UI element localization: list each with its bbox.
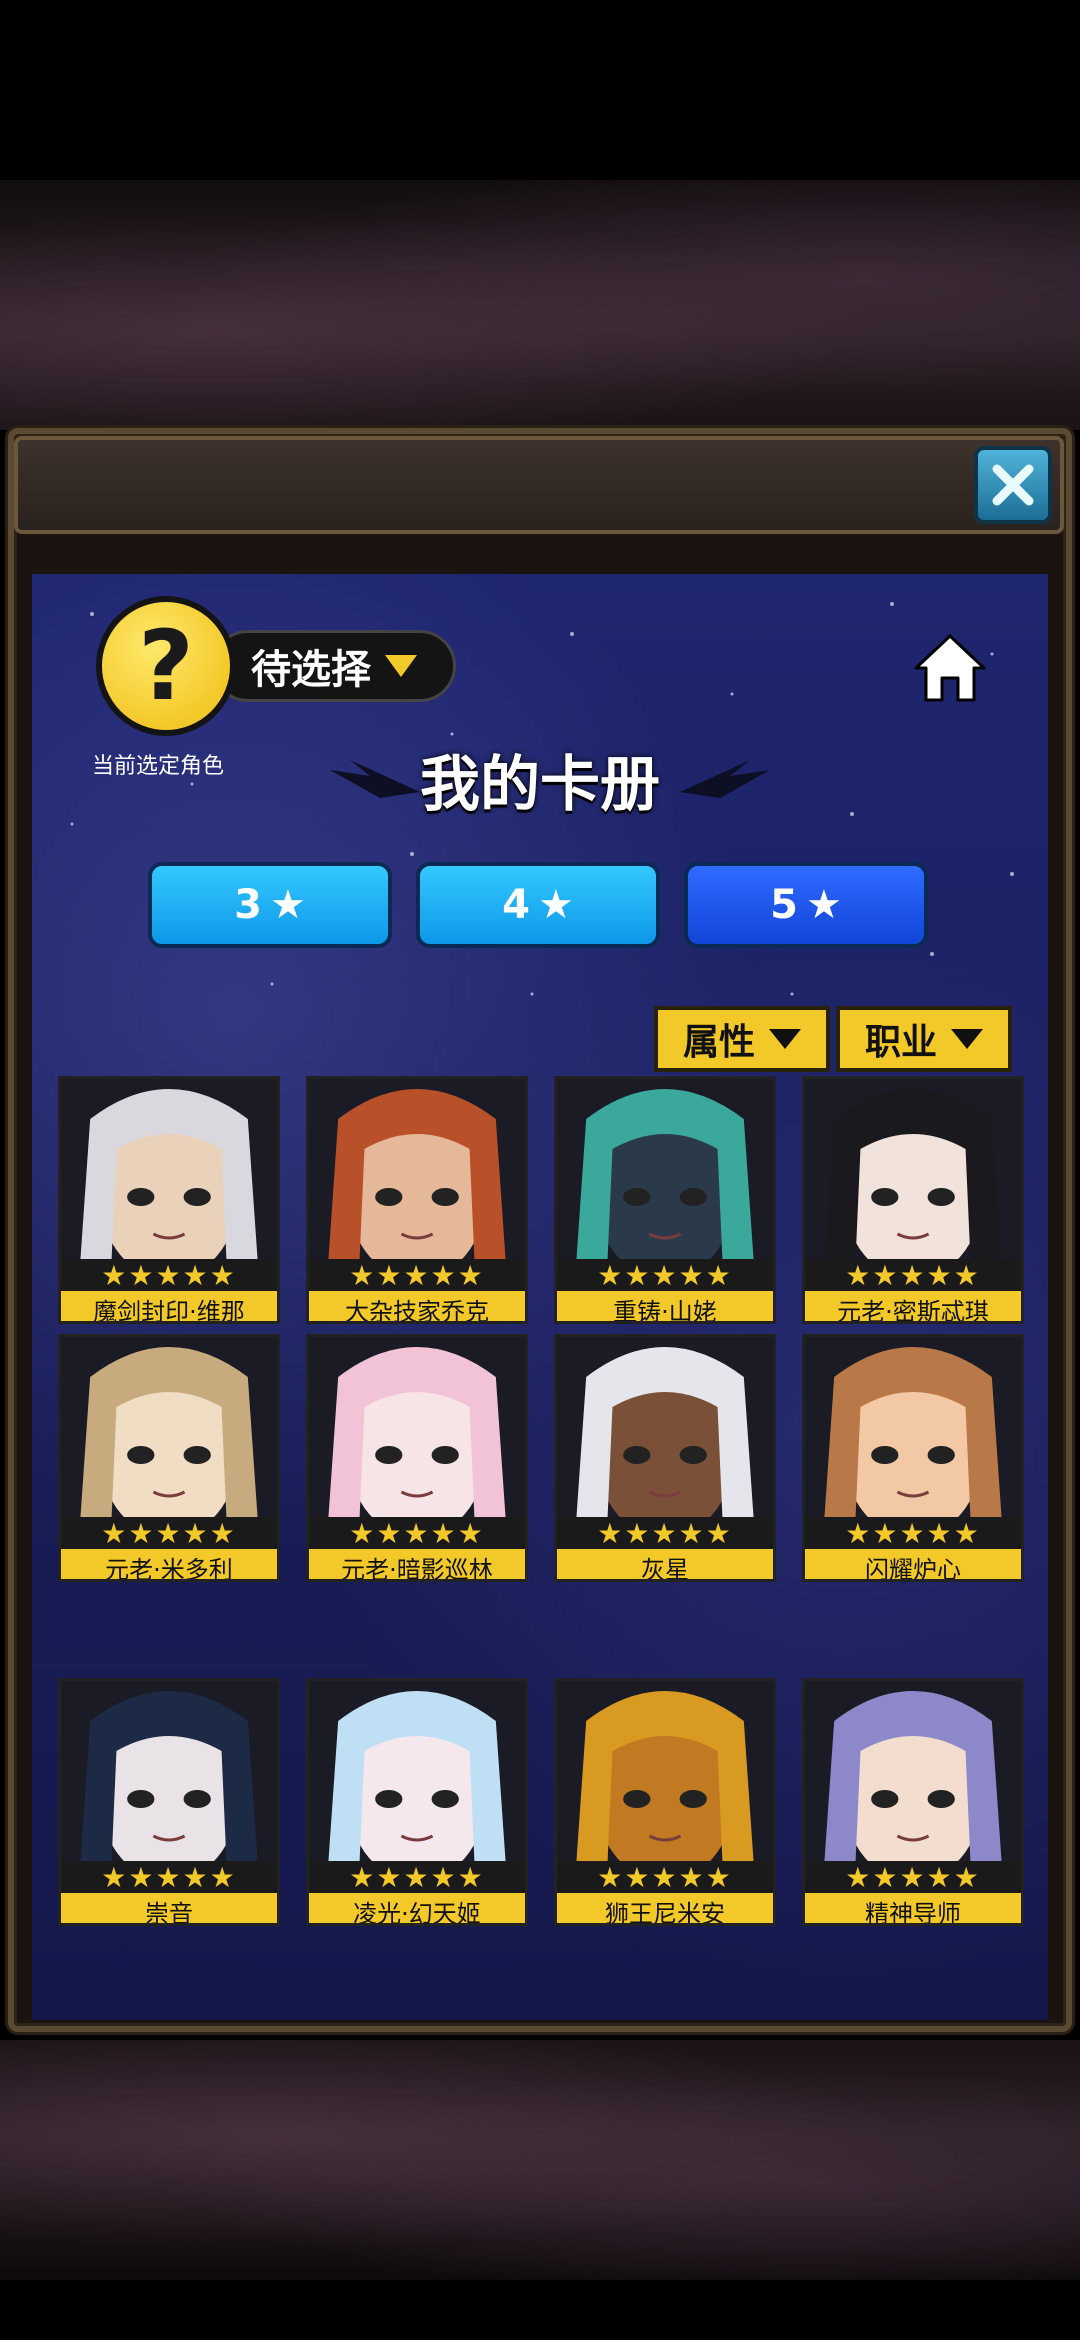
character-portrait — [309, 1681, 525, 1861]
character-name: 元老·暗影巡林 — [309, 1549, 525, 1579]
close-icon — [992, 464, 1034, 506]
attribute-filter-button[interactable]: 属性 — [654, 1006, 830, 1072]
character-name: 精神导师 — [805, 1893, 1021, 1923]
character-name: 大杂技家乔克 — [309, 1291, 525, 1321]
star-icon: ★ — [269, 882, 306, 928]
character-card[interactable]: ★★★★★ 崇音 — [58, 1678, 280, 1926]
home-icon[interactable] — [912, 632, 988, 704]
character-card[interactable]: ★★★★★ 闪耀炉心 — [802, 1334, 1024, 1582]
tab-5-star-label: 5 — [770, 882, 798, 928]
star-icon: ★ — [537, 882, 574, 928]
character-portrait — [309, 1079, 525, 1259]
character-portrait — [805, 1681, 1021, 1861]
character-card[interactable]: ★★★★★ 灰星 — [554, 1334, 776, 1582]
tab-5-star[interactable]: 5 ★ — [684, 862, 928, 948]
character-card[interactable]: ★★★★★ 狮王尼米安 — [554, 1678, 776, 1926]
character-portrait — [557, 1681, 773, 1861]
dropdown-arrow-icon — [769, 1029, 801, 1049]
tab-3-star-label: 3 — [234, 882, 262, 928]
class-filter-label: 职业 — [864, 1022, 937, 1063]
character-name: 重铸·山姥 — [557, 1291, 773, 1321]
character-name: 魔剑封印·维那 — [61, 1291, 277, 1321]
character-card[interactable]: ★★★★★ 重铸·山姥 — [554, 1076, 776, 1324]
character-portrait — [61, 1681, 277, 1861]
character-name: 崇音 — [61, 1893, 277, 1923]
character-name: 狮王尼米安 — [557, 1893, 773, 1923]
bottom-background — [0, 2040, 1080, 2280]
rarity-stars: ★★★★★ — [805, 1517, 1021, 1550]
rarity-stars: ★★★★★ — [61, 1517, 277, 1550]
pending-selector-label: 待选择 — [251, 647, 371, 693]
top-background — [0, 180, 1080, 430]
close-button[interactable] — [974, 446, 1052, 524]
character-portrait — [61, 1079, 277, 1259]
character-portrait — [61, 1337, 277, 1517]
current-character-avatar[interactable]: ? — [96, 596, 236, 736]
title-bar — [14, 436, 1064, 534]
rarity-stars: ★★★★★ — [805, 1259, 1021, 1292]
rarity-stars: ★★★★★ — [557, 1861, 773, 1894]
character-card[interactable]: ★★★★★ 精神导师 — [802, 1678, 1024, 1926]
rarity-stars: ★★★★★ — [309, 1259, 525, 1292]
character-card[interactable]: ★★★★★ 凌光·幻天姬 — [306, 1678, 528, 1926]
character-name: 凌光·幻天姬 — [309, 1893, 525, 1923]
character-card[interactable]: ★★★★★ 元老·暗影巡林 — [306, 1334, 528, 1582]
question-mark-icon: ? — [138, 610, 194, 722]
pending-selector[interactable]: 待选择 — [212, 630, 456, 702]
rarity-stars: ★★★★★ — [557, 1517, 773, 1550]
star-icon: ★ — [805, 882, 842, 928]
character-card[interactable]: ★★★★★ 大杂技家乔克 — [306, 1076, 528, 1324]
character-name: 元老·米多利 — [61, 1549, 277, 1579]
character-card[interactable]: ★★★★★ 元老·密斯忒琪 — [802, 1076, 1024, 1324]
dropdown-arrow-icon — [385, 655, 417, 677]
right-wing-ornament — [680, 760, 770, 798]
character-name: 元老·密斯忒琪 — [805, 1291, 1021, 1321]
character-portrait — [309, 1337, 525, 1517]
character-name: 灰星 — [557, 1549, 773, 1579]
character-name: 闪耀炉心 — [805, 1549, 1021, 1579]
character-portrait — [805, 1079, 1021, 1259]
rarity-stars: ★★★★★ — [557, 1259, 773, 1292]
character-card[interactable]: ★★★★★ 魔剑封印·维那 — [58, 1076, 280, 1324]
class-filter-button[interactable]: 职业 — [836, 1006, 1012, 1072]
tab-3-star[interactable]: 3 ★ — [148, 862, 392, 948]
rarity-stars: ★★★★★ — [309, 1861, 525, 1894]
character-portrait — [557, 1079, 773, 1259]
rarity-stars: ★★★★★ — [805, 1861, 1021, 1894]
rarity-stars: ★★★★★ — [61, 1259, 277, 1292]
page-title: 我的卡册 — [420, 750, 660, 820]
rarity-stars: ★★★★★ — [61, 1861, 277, 1894]
tab-4-star[interactable]: 4 ★ — [416, 862, 660, 948]
dropdown-arrow-icon — [951, 1029, 983, 1049]
attribute-filter-label: 属性 — [682, 1022, 755, 1063]
character-portrait — [557, 1337, 773, 1517]
rarity-stars: ★★★★★ — [309, 1517, 525, 1550]
character-card[interactable]: ★★★★★ 元老·米多利 — [58, 1334, 280, 1582]
tab-4-star-label: 4 — [502, 882, 530, 928]
character-portrait — [805, 1337, 1021, 1517]
